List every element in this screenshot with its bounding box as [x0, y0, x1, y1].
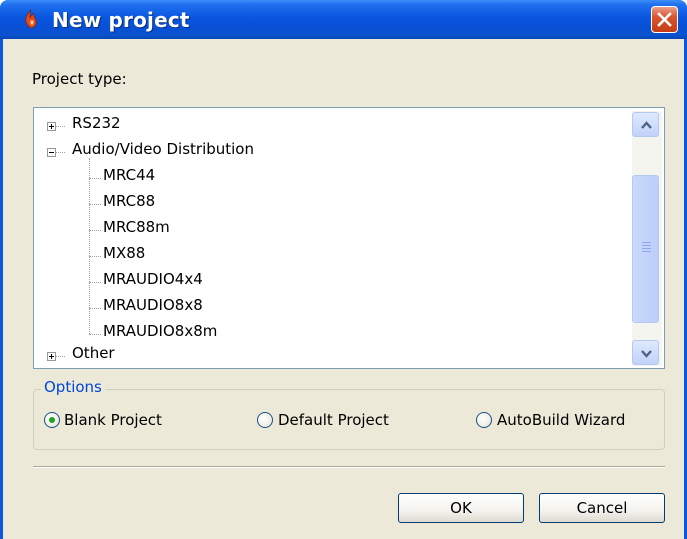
- window-title: New project: [52, 8, 190, 32]
- ok-button[interactable]: OK: [398, 493, 524, 523]
- tree-connector: [89, 308, 101, 309]
- cancel-button[interactable]: Cancel: [539, 493, 665, 523]
- project-type-tree[interactable]: RS232 Audio/Video Distribution MRC44 MRC…: [33, 107, 665, 369]
- tree-connector: [56, 152, 65, 153]
- tree-node-rs232[interactable]: RS232: [72, 114, 121, 136]
- blank-project-radio[interactable]: [44, 412, 60, 428]
- tree-connector: [89, 282, 101, 283]
- default-project-label[interactable]: Default Project: [278, 411, 389, 429]
- tree-connector: [89, 204, 101, 205]
- arrow-down-icon: [641, 350, 652, 358]
- expand-plus-icon[interactable]: [47, 122, 56, 131]
- scroll-grip: [642, 245, 651, 246]
- collapse-minus-icon[interactable]: [47, 148, 56, 157]
- tree-node-other[interactable]: Other: [72, 344, 115, 366]
- tree-node-mraudio8x8[interactable]: MRAUDIO8x8: [103, 296, 203, 318]
- tree-node-mraudio4x4[interactable]: MRAUDIO4x4: [103, 270, 203, 292]
- scroll-down-button[interactable]: [632, 340, 659, 365]
- close-x-icon: [657, 12, 672, 27]
- tree-connector: [89, 256, 101, 257]
- tree-connector: [89, 230, 101, 231]
- autobuild-wizard-label[interactable]: AutoBuild Wizard: [497, 411, 625, 429]
- tree-node-mx88[interactable]: MX88: [103, 244, 145, 266]
- close-button[interactable]: [651, 6, 678, 33]
- new-project-dialog: New project Project type: RS232 Audio/Vi…: [0, 0, 687, 539]
- project-type-label: Project type:: [32, 70, 127, 88]
- tree-connector: [56, 126, 65, 127]
- tree-node-audio-video-distribution[interactable]: Audio/Video Distribution: [72, 140, 254, 162]
- tree-connector: [89, 334, 101, 335]
- title-bar[interactable]: New project: [0, 0, 687, 39]
- scroll-up-button[interactable]: [632, 112, 659, 137]
- options-legend: Options: [41, 378, 105, 396]
- tree-node-mraudio8x8m[interactable]: MRAUDIO8x8m: [103, 322, 217, 344]
- expand-plus-icon[interactable]: [47, 352, 56, 361]
- tree-node-mrc44[interactable]: MRC44: [103, 166, 155, 188]
- default-project-radio[interactable]: [257, 412, 273, 428]
- scroll-grip: [642, 251, 651, 252]
- scroll-grip: [642, 248, 651, 249]
- arrow-up-icon: [641, 121, 652, 129]
- tree-connector: [89, 178, 101, 179]
- blank-project-label[interactable]: Blank Project: [64, 411, 162, 429]
- scroll-thumb[interactable]: [632, 175, 659, 323]
- autobuild-wizard-radio[interactable]: [476, 412, 492, 428]
- tree-scrollbar[interactable]: [632, 111, 662, 366]
- tree-node-mrc88[interactable]: MRC88: [103, 192, 155, 214]
- flame-app-icon: [25, 9, 37, 29]
- tree-node-mrc88m[interactable]: MRC88m: [103, 218, 170, 240]
- separator: [33, 466, 665, 468]
- scroll-grip: [642, 242, 651, 243]
- tree-connector: [56, 356, 65, 357]
